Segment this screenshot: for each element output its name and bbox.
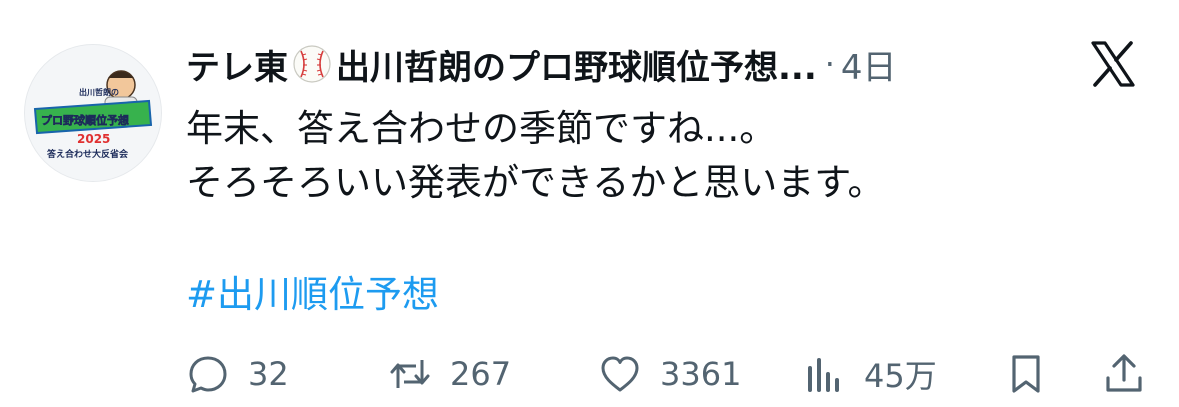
repost-button[interactable]: 267 xyxy=(388,348,511,400)
author-name[interactable]: テレ東 出川哲朗のプロ野球順位予想... xyxy=(186,40,817,89)
author-name-part1: テレ東 xyxy=(186,47,288,88)
like-button[interactable]: 3361 xyxy=(598,348,741,400)
avatar-image: 出川哲朗の プロ野球順位予想 2025 答え合わせ大反省会 xyxy=(25,45,161,181)
bookmark-icon xyxy=(1012,355,1040,393)
reply-icon xyxy=(189,356,227,393)
baseball-emoji xyxy=(292,44,332,84)
views-button[interactable]: 45万 xyxy=(802,348,937,400)
action-bar: 32 267 3361 45万 xyxy=(186,348,1154,400)
like-count: 3361 xyxy=(660,355,742,393)
share-icon xyxy=(1106,354,1142,392)
x-logo-icon[interactable] xyxy=(1087,38,1139,90)
tweet-text-line-2: そろそろいい発表ができるかと思います。 xyxy=(186,161,885,204)
avatar-text-line4: 答え合わせ大反省会 xyxy=(46,148,129,160)
reply-count: 32 xyxy=(248,355,289,393)
tweet-header: テレ東 出川哲朗のプロ野球順位予想... · 4日 xyxy=(186,36,897,92)
timestamp[interactable]: 4日 xyxy=(841,40,897,89)
like-icon xyxy=(601,356,639,392)
tweet-text: 年末、答え合わせの季節ですね...。 そろそろいい発表ができるかと思います。 xyxy=(186,102,885,210)
separator-dot: · xyxy=(824,45,835,83)
share-button[interactable] xyxy=(1102,348,1146,400)
view-count: 45万 xyxy=(864,357,937,395)
author-name-part2: 出川哲朗のプロ野球順位予想... xyxy=(336,47,817,88)
views-icon xyxy=(808,358,839,392)
repost-count: 267 xyxy=(450,355,512,393)
hashtag-link[interactable]: #出川順位予想 xyxy=(186,268,439,322)
avatar-text-line1: 出川哲朗の xyxy=(79,87,119,97)
reply-button[interactable]: 32 xyxy=(186,348,289,400)
repost-icon xyxy=(390,360,430,388)
tweet[interactable]: 出川哲朗の プロ野球順位予想 2025 答え合わせ大反省会 テレ東 出川哲朗のプ… xyxy=(0,0,1179,407)
avatar-text-line3: 2025 xyxy=(77,132,110,146)
tweet-text-line-1: 年末、答え合わせの季節ですね...。 xyxy=(186,107,777,150)
avatar[interactable]: 出川哲朗の プロ野球順位予想 2025 答え合わせ大反省会 xyxy=(24,44,162,182)
avatar-text-line2: プロ野球順位予想 xyxy=(41,113,129,127)
bookmark-button[interactable] xyxy=(1004,348,1048,400)
